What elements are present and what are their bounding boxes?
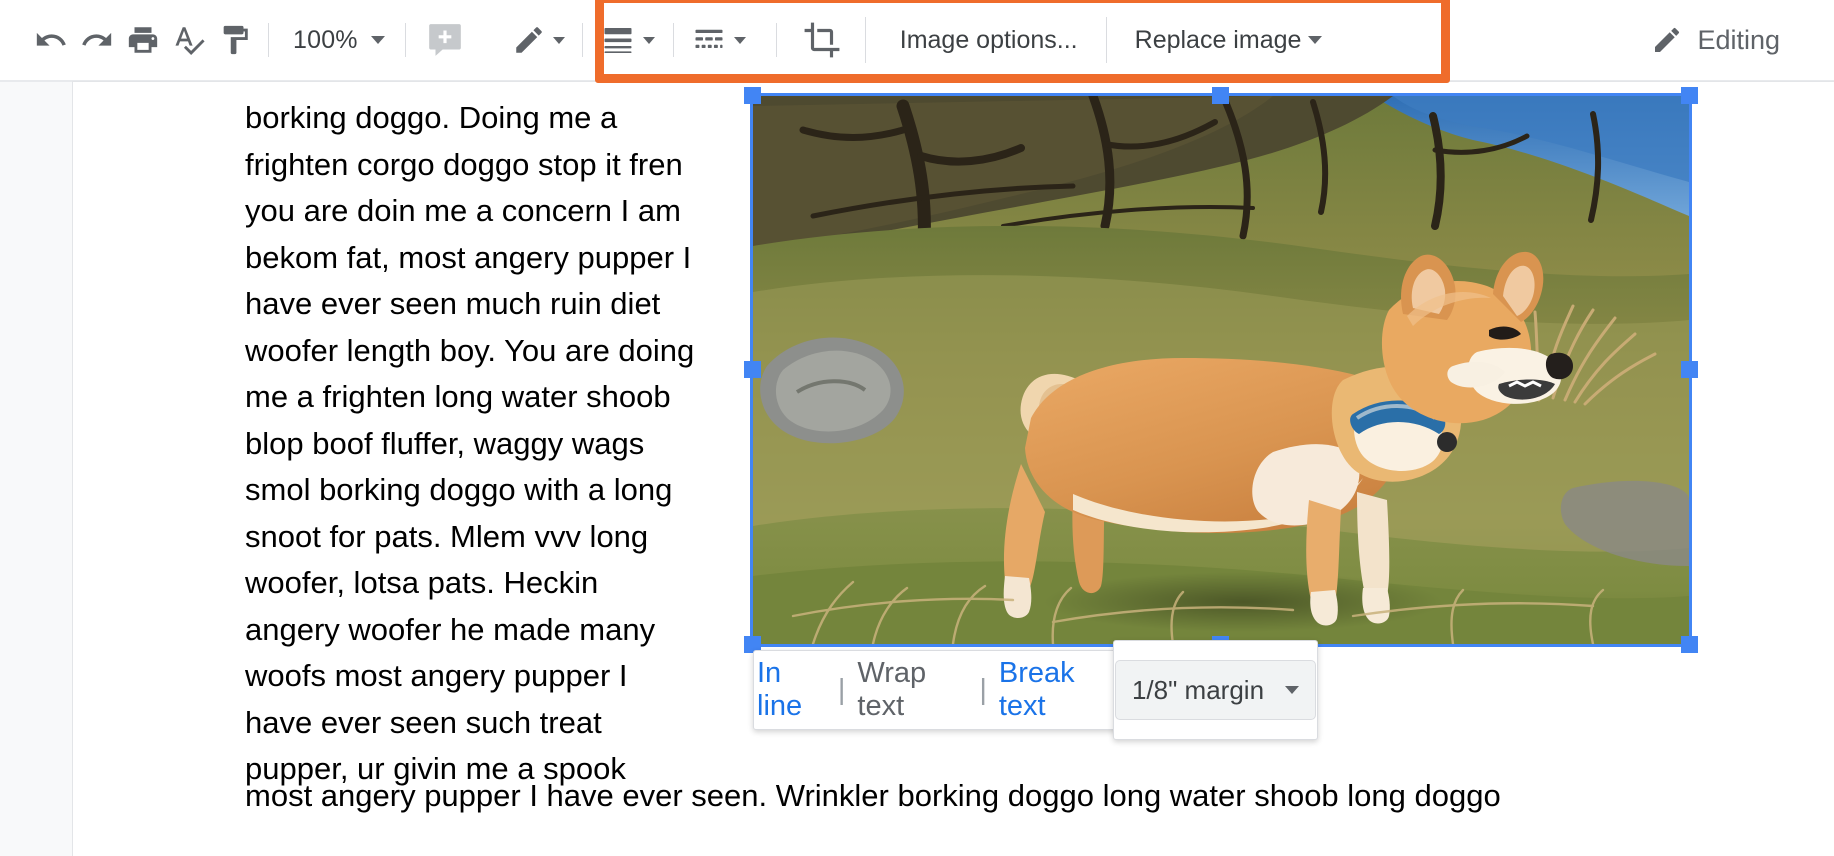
zoom-control[interactable]: 100% [279, 20, 395, 61]
line-weight-icon [604, 28, 632, 54]
add-comment-glyph [428, 24, 461, 56]
shiba-inu-photo [753, 96, 1689, 644]
image-tools-group: Image options... Replace image [500, 15, 1331, 65]
paint-format-glyph [223, 25, 248, 55]
resize-handle-top-left[interactable] [744, 87, 761, 104]
add-comment-icon[interactable] [422, 17, 468, 63]
toolbar-divider [404, 23, 406, 57]
border-weight-button[interactable] [587, 17, 669, 63]
image-margin-popup: 1/8" margin [1113, 640, 1318, 740]
resize-handle-middle-right[interactable] [1681, 361, 1698, 378]
document-toolbar: 100% Image options... Replace image Edit… [0, 0, 1834, 82]
border-color-button[interactable] [500, 17, 578, 63]
editing-mode-button[interactable]: Editing [1637, 16, 1794, 64]
undo-glyph [36, 32, 66, 46]
google-docs-window: 100% Image options... Replace image Edit… [0, 0, 1834, 856]
editing-mode-label: Editing [1697, 24, 1780, 55]
resize-handle-middle-left[interactable] [744, 361, 761, 378]
document-page[interactable]: borking doggo. Doing me a frighten corgo… [73, 82, 1834, 856]
resize-handle-top-right[interactable] [1681, 87, 1698, 104]
toolbar-divider [1105, 17, 1107, 63]
resize-handle-bottom-right[interactable] [1681, 636, 1698, 653]
replace-image-label: Replace image [1134, 25, 1302, 54]
document-body-text[interactable]: borking doggo. Doing me a frighten corgo… [245, 95, 695, 793]
toolbar-divider [775, 23, 777, 57]
in-line-option[interactable]: In line [754, 657, 829, 723]
margin-value: 1/8" margin [1131, 674, 1265, 705]
toolbar-divider [672, 23, 674, 57]
chevron-down-icon [1285, 686, 1300, 694]
document-tail-text[interactable]: most angery pupper I have ever seen. Wri… [245, 773, 1805, 820]
pencil-icon [516, 27, 543, 53]
spellcheck-icon[interactable] [166, 17, 212, 63]
wrap-text-option[interactable]: Wrap text [854, 657, 970, 723]
image-wrap-popup: In line | Wrap text | Break text [753, 650, 1119, 730]
chevron-down-icon [643, 36, 656, 44]
chevron-down-icon [1308, 36, 1323, 44]
popup-separator: | [979, 673, 987, 706]
margin-select[interactable]: 1/8" margin [1114, 660, 1317, 720]
undo-icon[interactable] [28, 17, 74, 63]
print-icon[interactable] [120, 17, 166, 63]
redo-icon[interactable] [74, 17, 120, 63]
zoom-value: 100% [293, 25, 358, 54]
toolbar-divider [268, 23, 269, 57]
toolbar-divider [864, 17, 866, 63]
chevron-down-icon [734, 36, 747, 44]
selected-image[interactable] [744, 87, 1698, 653]
crop-button[interactable] [793, 17, 851, 63]
resize-handle-top-center[interactable] [1212, 87, 1229, 104]
document-canvas: borking doggo. Doing me a frighten corgo… [0, 82, 1834, 856]
pencil-icon [1655, 27, 1680, 52]
line-dash-icon [695, 29, 723, 48]
chevron-down-icon [370, 36, 385, 44]
print-glyph [128, 27, 158, 53]
spellcheck-glyph [175, 27, 205, 56]
toolbar-divider [581, 23, 583, 57]
popup-separator: | [837, 673, 846, 706]
image-content [753, 96, 1689, 644]
paint-format-icon[interactable] [212, 17, 258, 63]
crop-icon [804, 22, 840, 58]
replace-image-button[interactable]: Replace image [1115, 15, 1331, 65]
redo-glyph [82, 32, 112, 46]
chevron-down-icon [553, 36, 566, 44]
history-group [28, 17, 258, 63]
image-options-button[interactable]: Image options... [880, 15, 1098, 65]
border-dash-button[interactable] [678, 17, 760, 63]
break-text-option[interactable]: Break text [996, 657, 1118, 723]
